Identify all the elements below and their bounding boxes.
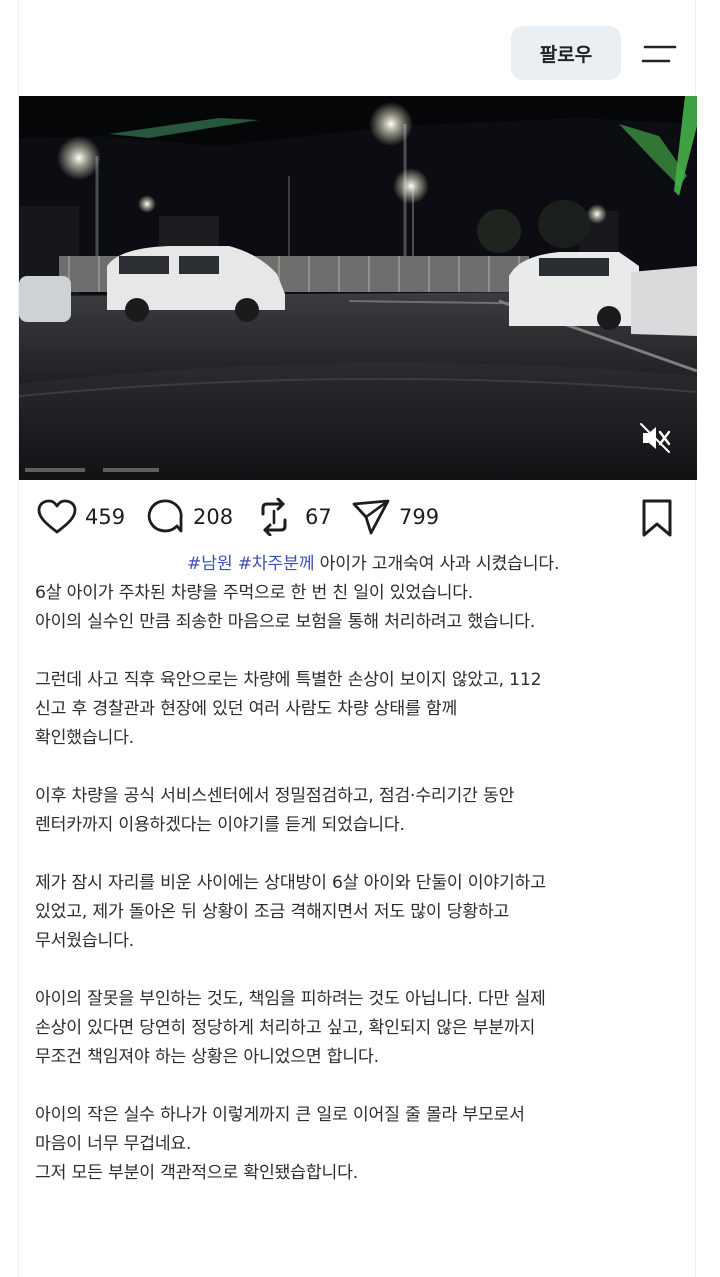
like-count: 459 (85, 505, 126, 529)
caption-line: 6살 아이가 주차된 차량을 주먹으로 한 번 친 일이 있었습니다. (35, 583, 474, 603)
caption-line: 제가 잠시 자리를 비운 사이에는 상대방이 6살 아이와 단둘이 이야기하고 (35, 873, 546, 893)
caption-line: 그런데 사고 직후 육안으로는 차량에 특별한 손상이 보이지 않았고, 112 (35, 670, 542, 690)
comment-count: 208 (193, 505, 234, 529)
top-bar: 팔로우 (19, 0, 697, 96)
caption-intro: #남원 #차주분께 아이가 고개숙여 사과 시켰습니다. (35, 550, 685, 579)
hashtag-namwon[interactable]: #남원 (187, 554, 233, 574)
menu-icon[interactable] (641, 42, 677, 66)
video-frame (19, 96, 697, 480)
heart-icon (37, 499, 77, 534)
share-button[interactable]: 799 (351, 496, 439, 538)
send-icon (352, 499, 390, 535)
caption-line: 아이의 실수인 만큼 죄송한 마음으로 보험을 통해 처리하려고 했습니다. (35, 612, 536, 632)
caption-paragraph-4: 제가 잠시 자리를 비운 사이에는 상대방이 6살 아이와 단둘이 이야기하고 … (35, 869, 685, 956)
follow-button[interactable]: 팔로우 (511, 26, 621, 80)
caption-line: 있었고, 제가 돌아온 뒤 상황이 조금 격해지면서 저도 많이 당황하고 (35, 902, 510, 922)
bookmark-icon[interactable] (639, 498, 675, 538)
like-button[interactable]: 459 (37, 496, 125, 538)
caption-paragraph-2: 그런데 사고 직후 육안으로는 차량에 특별한 손상이 보이지 않았고, 112… (35, 666, 685, 753)
caption-line: 아이의 작은 실수 하나가 이렇게까지 큰 일로 이어질 줄 몰라 부모로서 (35, 1105, 525, 1125)
comment-button[interactable]: 208 (147, 496, 233, 538)
hashtag-owner[interactable]: #차주분께 (238, 554, 315, 574)
caption-line: 그저 모든 부분이 객관적으로 확인됐습합니다. (35, 1163, 358, 1183)
repost-button[interactable]: 67 (257, 496, 332, 538)
caption-paragraph-6: 아이의 작은 실수 하나가 이렇게까지 큰 일로 이어질 줄 몰라 부모로서 마… (35, 1101, 685, 1188)
dashcam-video[interactable] (19, 96, 697, 480)
caption-line: 렌터카까지 이용하겠다는 이야기를 듣게 되었습니다. (35, 815, 405, 835)
caption-line: 확인했습니다. (35, 728, 134, 748)
caption-line: 아이의 잘못을 부인하는 것도, 책임을 피하려는 것도 아닙니다. 다만 실제 (35, 989, 546, 1009)
repost-icon (261, 498, 287, 536)
mute-icon[interactable] (633, 416, 677, 460)
caption-line: 이후 차량을 공식 서비스센터에서 정밀점검하고, 점검·수리기간 동안 (35, 786, 515, 806)
caption-paragraph-3: 이후 차량을 공식 서비스센터에서 정밀점검하고, 점검·수리기간 동안 렌터카… (35, 782, 685, 840)
caption-line: 무조건 책임져야 하는 상황은 아니었으면 합니다. (35, 1047, 379, 1067)
caption-line: 신고 후 경찰관과 현장에 있던 여러 사람도 차량 상태를 함께 (35, 699, 458, 719)
share-count: 799 (399, 505, 440, 529)
caption-paragraph-5: 아이의 잘못을 부인하는 것도, 책임을 피하려는 것도 아닙니다. 다만 실제… (35, 985, 685, 1072)
post-frame: 팔로우 459 208 67 799 #남원 #차주분께 아이가 고개숙여 사과… (18, 0, 697, 1277)
caption-line: 마음이 너무 무겁네요. (35, 1134, 192, 1154)
comment-icon (147, 499, 183, 533)
repost-count: 67 (305, 505, 332, 529)
post-caption: #남원 #차주분께 아이가 고개숙여 사과 시켰습니다. 6살 아이가 주차된 … (35, 550, 685, 1217)
caption-line: 무서웠습니다. (35, 931, 134, 951)
caption-paragraph-1: 6살 아이가 주차된 차량을 주먹으로 한 번 친 일이 있었습니다. 아이의 … (35, 579, 685, 637)
caption-intro-text: 아이가 고개숙여 사과 시켰습니다. (319, 554, 560, 574)
action-bar: 459 208 67 799 (19, 488, 697, 546)
caption-line: 손상이 있다면 당연히 정당하게 처리하고 싶고, 확인되지 않은 부분까지 (35, 1018, 536, 1038)
